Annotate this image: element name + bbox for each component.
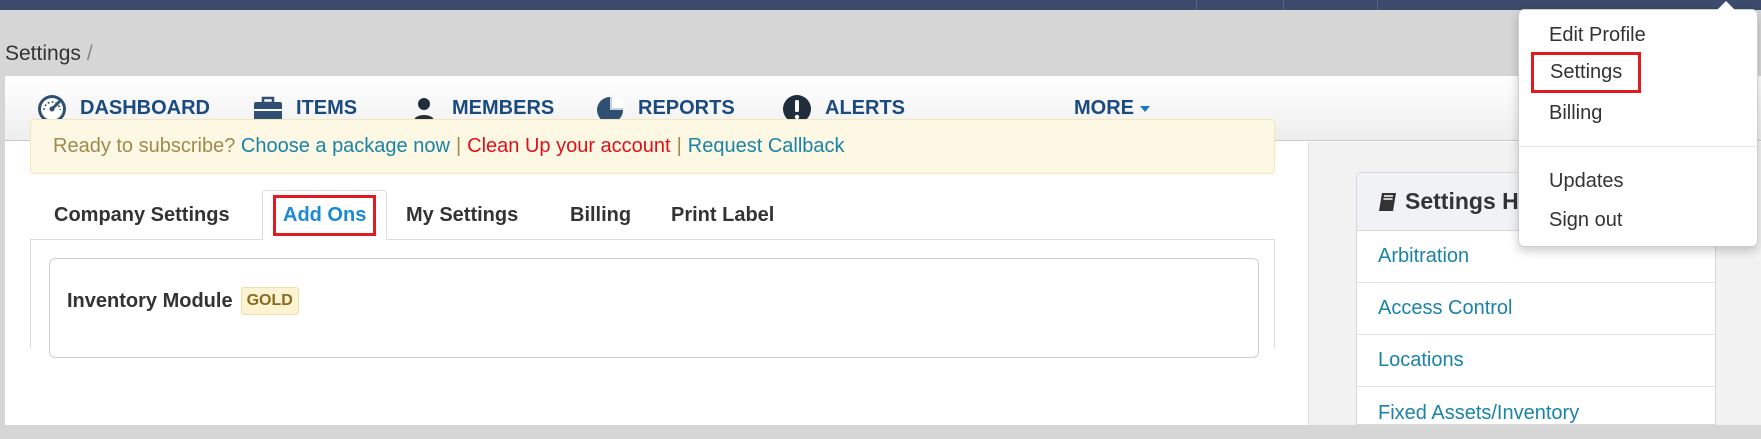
menu-item-edit-profile[interactable]: Edit Profile bbox=[1549, 24, 1646, 47]
alert-divider: | bbox=[455, 135, 462, 157]
user-dropdown-menu: Edit Profile Settings Billing Updates Si… bbox=[1518, 1, 1758, 247]
plan-badge: GOLD bbox=[240, 287, 299, 315]
nav-reports-label: REPORTS bbox=[638, 97, 735, 119]
tab-print-label[interactable]: Print Label bbox=[671, 190, 774, 240]
add-ons-panel: Inventory Module GOLD bbox=[30, 240, 1275, 358]
tab-my-settings[interactable]: My Settings bbox=[406, 190, 518, 240]
breadcrumb-bar: Settings / bbox=[0, 10, 1761, 76]
top-header-bar bbox=[0, 0, 1761, 10]
cleanup-account-link[interactable]: Clean Up your account bbox=[467, 135, 670, 158]
menu-item-billing[interactable]: Billing bbox=[1549, 102, 1602, 125]
topbar-divider bbox=[1377, 0, 1378, 10]
nav-more-label: MORE bbox=[1074, 97, 1134, 119]
module-title: Inventory Module GOLD bbox=[67, 287, 299, 315]
nav-members-label: MEMBERS bbox=[452, 97, 555, 119]
tab-my-settings-label: My Settings bbox=[406, 203, 519, 226]
subscription-alert: Ready to subscribe? Choose a package now… bbox=[30, 119, 1275, 174]
topbar-divider bbox=[1196, 0, 1197, 10]
breadcrumb: Settings / bbox=[5, 42, 93, 66]
tab-billing-label: Billing bbox=[570, 203, 632, 226]
tab-company-settings-label: Company Settings bbox=[54, 203, 230, 226]
menu-divider bbox=[1519, 146, 1757, 147]
menu-item-settings[interactable]: Settings bbox=[1531, 52, 1642, 93]
breadcrumb-current: Settings bbox=[5, 42, 81, 65]
module-card: Inventory Module GOLD bbox=[49, 258, 1259, 358]
tab-print-label-label: Print Label bbox=[671, 203, 775, 226]
help-item-fixed-assets[interactable]: Fixed Assets/Inventory bbox=[1357, 387, 1715, 439]
choose-package-link[interactable]: Choose a package now bbox=[241, 135, 450, 158]
topbar-divider bbox=[1283, 0, 1284, 10]
help-panel-title: Settings H bbox=[1405, 188, 1519, 214]
menu-item-updates[interactable]: Updates bbox=[1549, 170, 1624, 193]
alert-divider: | bbox=[676, 135, 682, 157]
breadcrumb-separator: / bbox=[86, 42, 93, 65]
tab-company-settings[interactable]: Company Settings bbox=[54, 190, 230, 240]
dropdown-arrow bbox=[1717, 1, 1735, 10]
tab-billing[interactable]: Billing bbox=[570, 190, 631, 240]
nav-items-label: ITEMS bbox=[296, 97, 358, 119]
help-item-locations[interactable]: Locations bbox=[1357, 335, 1715, 387]
help-item-access-control[interactable]: Access Control bbox=[1357, 283, 1715, 335]
module-title-text: Inventory Module bbox=[67, 289, 233, 312]
tab-add-ons-label: Add Ons bbox=[273, 195, 377, 236]
book-icon bbox=[1379, 192, 1396, 211]
caret-down-icon bbox=[1140, 105, 1150, 112]
request-callback-link[interactable]: Request Callback bbox=[688, 135, 845, 158]
nav-dashboard-label: DASHBOARD bbox=[80, 97, 210, 119]
settings-tabs: Company Settings Add Ons My Settings Bil… bbox=[30, 190, 1275, 241]
nav-alerts-label: ALERTS bbox=[825, 97, 905, 119]
menu-item-sign-out[interactable]: Sign out bbox=[1549, 209, 1622, 232]
alert-prompt: Ready to subscribe? bbox=[53, 135, 236, 157]
tab-add-ons[interactable]: Add Ons bbox=[262, 190, 388, 241]
